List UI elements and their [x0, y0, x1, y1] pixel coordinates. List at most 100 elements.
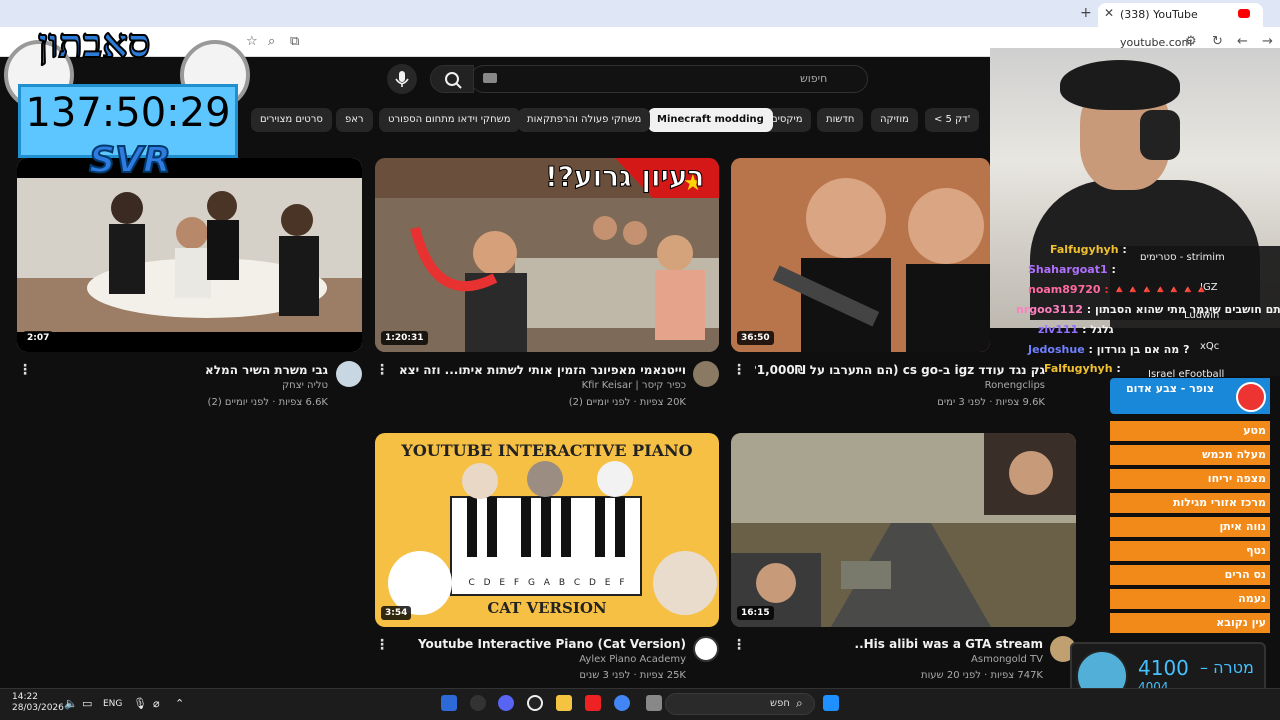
- close-icon[interactable]: ✕: [1104, 6, 1114, 20]
- more-options-icon[interactable]: ⋮: [375, 362, 389, 378]
- file-explorer-icon[interactable]: [556, 695, 572, 711]
- taskbar-search[interactable]: [665, 693, 815, 715]
- chat-user: Shahargoat1: [1028, 263, 1108, 276]
- mic-icon[interactable]: 🎙: [133, 697, 147, 710]
- alert-location: נווה איתן: [1110, 517, 1270, 537]
- app-icon[interactable]: [470, 695, 486, 711]
- video-meta: 25K צפיות · לפני 3 שנים: [579, 670, 686, 681]
- site-settings-icon[interactable]: ⚙: [1185, 34, 1197, 49]
- video-meta: 747K צפיות · לפני 20 שעות: [921, 670, 1043, 681]
- alert-location: מצפה יריחו: [1110, 469, 1270, 489]
- alert-location: נעמה: [1110, 589, 1270, 609]
- chat-user: noam89720: [1028, 283, 1101, 296]
- youtube-favicon-icon: [1238, 9, 1250, 18]
- alert-title: צופר - צבע אדום: [1126, 382, 1214, 395]
- chip-music[interactable]: מוזיקה: [871, 108, 918, 132]
- mic-icon: [395, 71, 409, 87]
- clock[interactable]: 14:22 28/03/2026: [12, 692, 64, 714]
- channel-avatar[interactable]: [336, 361, 362, 387]
- alert-location: עין נקובא: [1110, 613, 1270, 633]
- chip-cartoons[interactable]: סרטים מצוירים: [251, 108, 332, 132]
- chat-message: Shahargoat1 :: [1028, 263, 1116, 276]
- piano-key-labels: C D E F G A B C D E F: [468, 578, 628, 588]
- video-title[interactable]: וייטנאמי מאפיונר הזמין אותי לשתות איתו..…: [398, 363, 686, 377]
- media-player-icon[interactable]: [527, 695, 543, 711]
- video-title[interactable]: His alibi was a GTA stream..: [755, 637, 1043, 651]
- video-thumbnail-1[interactable]: 2:07: [17, 158, 362, 352]
- chip-short[interactable]: < 5 דק': [925, 108, 980, 132]
- video-thumbnail-2[interactable]: ★ רעיון גרוע?! 1:20:31: [375, 158, 719, 352]
- duration-badge: 16:15: [737, 606, 774, 620]
- tab-title: (338) YouTube: [1120, 8, 1198, 21]
- siren-icon: [1236, 382, 1266, 412]
- chip-minecraft[interactable]: Minecraft modding: [648, 108, 773, 132]
- channel-name[interactable]: טליה יצחק: [40, 380, 328, 391]
- new-tab-icon[interactable]: +: [1080, 5, 1092, 21]
- alert-location: מעלה מכמש: [1110, 445, 1270, 465]
- chevron-up-icon[interactable]: ⌃: [175, 697, 184, 710]
- chip-rap[interactable]: ראפ: [336, 108, 373, 132]
- channel-avatar[interactable]: [693, 361, 719, 387]
- calculator-icon[interactable]: [441, 695, 457, 711]
- alert-location: נטף: [1110, 541, 1270, 561]
- channel-name[interactable]: Aylex Piano Academy: [398, 654, 686, 665]
- alert-location: מרכז אזורי מגילות: [1110, 493, 1270, 513]
- chat-text: : גלגל: [1082, 323, 1114, 336]
- video-thumbnail-5[interactable]: 16:15: [731, 433, 1076, 627]
- discord-icon[interactable]: [498, 695, 514, 711]
- reload-icon[interactable]: ↻: [1212, 34, 1223, 49]
- duration-badge: 1:20:31: [381, 331, 428, 345]
- search-button[interactable]: [430, 65, 474, 93]
- zoom-icon[interactable]: ⌕: [268, 34, 275, 49]
- chip-action[interactable]: משחקי פעולה והרפתקאות: [518, 108, 651, 132]
- search-icon: [445, 72, 462, 89]
- network-icon[interactable]: ⌀: [153, 697, 160, 710]
- volume-icon[interactable]: 🔈: [64, 697, 78, 710]
- chip-sports-games[interactable]: משחקי וידאו מתחום הספורט: [379, 108, 520, 132]
- video-thumbnail-4[interactable]: YOUTUBE INTERACTIVE PIANO C D E F G A B …: [375, 433, 719, 627]
- more-options-icon[interactable]: ⋮: [732, 637, 746, 653]
- windows-start-icon[interactable]: [823, 695, 839, 711]
- alert-location: מטע: [1110, 421, 1270, 441]
- chat-text: : אתם חושבים שיגמר מתי שהוא הסבתון: [1086, 303, 1280, 316]
- back-icon[interactable]: ←: [1237, 34, 1248, 49]
- channel-name[interactable]: כפיר קיסר | Kfir Keisar: [398, 380, 686, 391]
- more-options-icon[interactable]: ⋮: [375, 637, 389, 653]
- video-meta: 6.6K צפיות · לפני יומיים (2): [207, 397, 328, 408]
- star-icon[interactable]: ☆: [246, 34, 258, 49]
- goal-value: 4100: [1138, 656, 1189, 680]
- task-view-icon[interactable]: [646, 695, 662, 711]
- keyboard-icon[interactable]: [483, 73, 497, 83]
- video-title[interactable]: Youtube Interactive Piano (Cat Version): [398, 637, 686, 651]
- search-icon: ⌕: [796, 696, 803, 710]
- taskbar-search-text: חפש: [770, 698, 790, 709]
- chat-message: nrgoo3112 : אתם חושבים שיגמר מתי שהוא הס…: [1016, 303, 1280, 316]
- clock-date: 28/03/2026: [12, 703, 64, 713]
- more-options-icon[interactable]: ⋮: [732, 362, 746, 378]
- language-indicator[interactable]: ENG: [103, 699, 122, 709]
- gta-image: [731, 433, 1076, 627]
- channel-name[interactable]: Asmongold TV: [755, 654, 1043, 665]
- thumbnail-text: רעיון גרוע?!: [544, 160, 705, 194]
- video-thumbnail-3[interactable]: 36:50: [731, 158, 990, 352]
- chat-user: Falfugyhyh: [1050, 243, 1119, 256]
- app-icon[interactable]: [585, 695, 601, 711]
- subathon-timer: 137:50:29: [25, 90, 231, 136]
- video-title[interactable]: גבי משרת השיר המלא: [40, 363, 328, 377]
- chrome-icon[interactable]: [614, 695, 630, 711]
- thumbnail-subtitle: CAT VERSION: [487, 599, 607, 617]
- chat-user: ziv111: [1038, 323, 1079, 336]
- monitor-icon[interactable]: ▭: [82, 697, 92, 710]
- voice-search-button[interactable]: [387, 64, 417, 94]
- chat-user: nrgoo3112: [1016, 303, 1083, 316]
- share-icon[interactable]: ⧉: [290, 34, 299, 49]
- duration-badge: 36:50: [737, 331, 774, 345]
- chat-overlay: Falfugyhyh : Shahargoat1 : noam89720 : 🔺…: [990, 240, 1280, 390]
- channel-avatar[interactable]: [693, 636, 719, 662]
- chip-news[interactable]: חדשות: [817, 108, 864, 132]
- forward-icon[interactable]: →: [1262, 34, 1273, 49]
- restaurant-scene-image: [17, 158, 362, 352]
- more-options-icon[interactable]: ⋮: [18, 362, 32, 378]
- duration-badge: 2:07: [23, 331, 54, 345]
- clock-time: 14:22: [12, 692, 38, 702]
